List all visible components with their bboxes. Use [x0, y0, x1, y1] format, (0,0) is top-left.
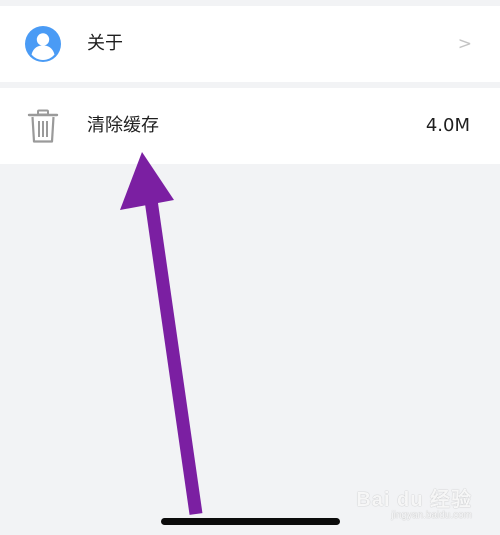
- annotation-arrow-overlay: [120, 152, 203, 515]
- baidu-jingyan-watermark: Bai du 经验 jingyan.baidu.com: [356, 483, 472, 521]
- annotation-arrowhead: [120, 152, 174, 210]
- home-indicator[interactable]: [161, 518, 340, 525]
- annotation-arrow-shaft: [144, 199, 203, 515]
- watermark-main-text: Bai du 经验: [356, 489, 472, 511]
